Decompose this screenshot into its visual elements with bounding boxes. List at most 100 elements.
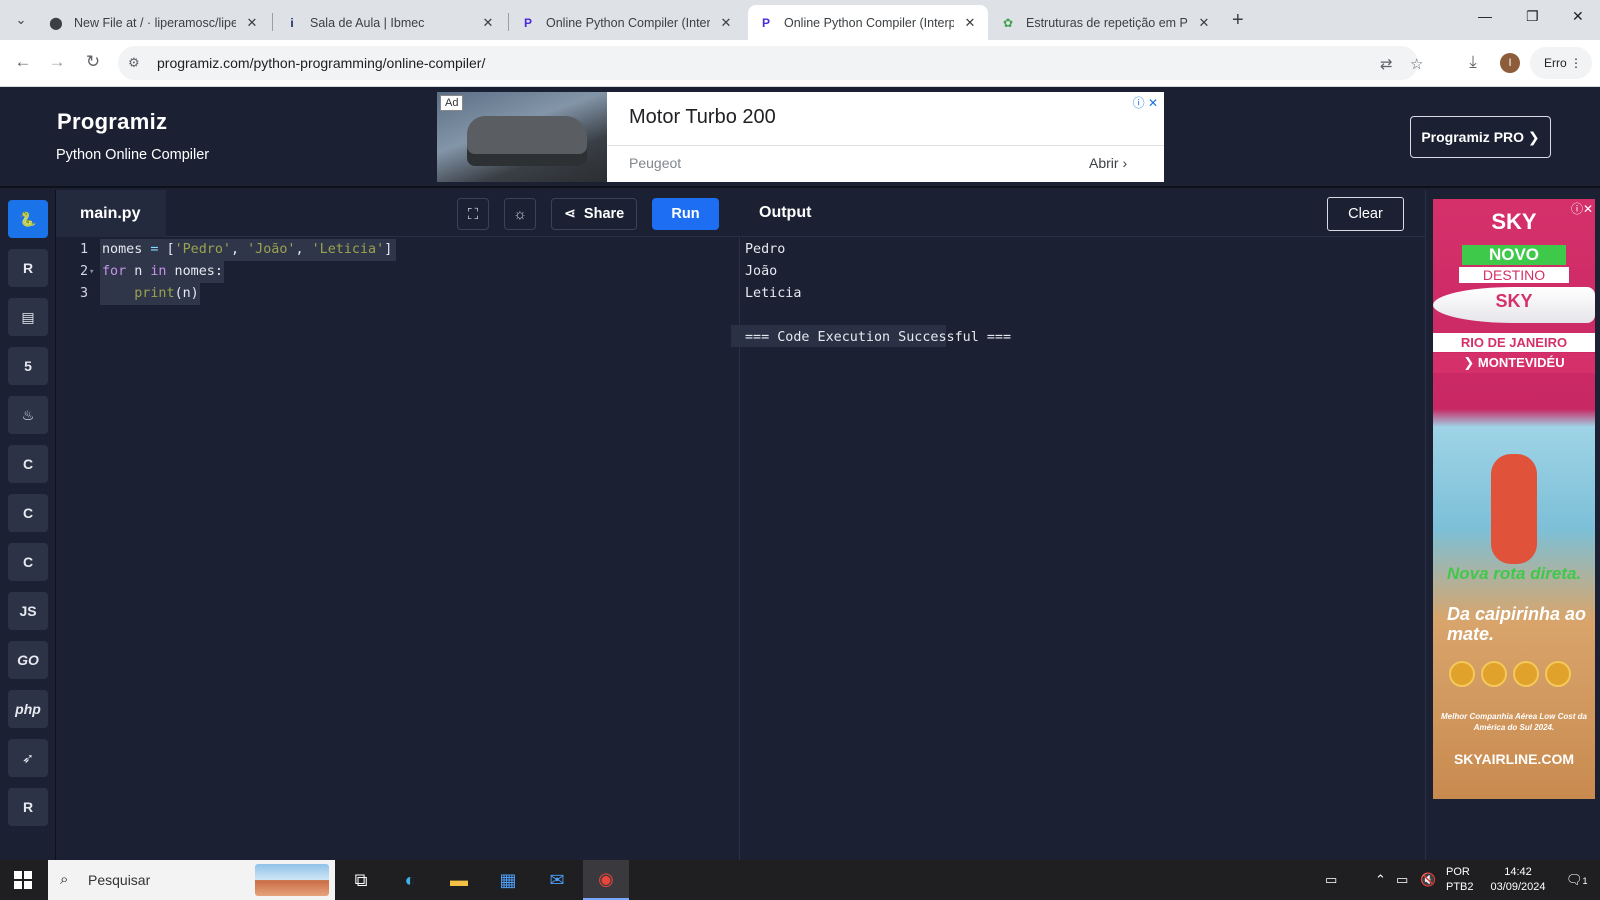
download-icon[interactable]: ⤓	[1462, 52, 1484, 72]
url-text[interactable]: programiz.com/python-programming/online-…	[157, 55, 485, 71]
browser-tab-ibmec[interactable]: i Sala de Aula | Ibmec ✕	[274, 5, 506, 40]
line-number: 1	[79, 242, 88, 257]
code-line[interactable]: 1 nomes = ['Pedro', 'João', 'Leticia']	[56, 239, 740, 261]
ad-open-link[interactable]: Abrir ›	[1089, 155, 1127, 171]
lang-html[interactable]: 5	[8, 347, 48, 385]
close-icon[interactable]: ✕	[1196, 15, 1212, 31]
share-label: Share	[583, 206, 625, 222]
close-icon[interactable]: ✕	[718, 15, 734, 31]
back-icon[interactable]: ←	[12, 52, 34, 72]
lang-php[interactable]: php	[8, 690, 48, 728]
search-icon: ⌕	[60, 871, 69, 888]
ad-tag: Ad	[440, 95, 464, 111]
ad-close-icon[interactable]: ⓘ ✕	[1133, 94, 1158, 111]
keyboard-icon[interactable]: ▭	[1325, 872, 1337, 888]
run-button[interactable]: Run	[652, 198, 719, 230]
windows-taskbar: ⌕ Pesquisar ⧉ ◐ ▬ ▦ ✉ ◉ ▭ ⌃ ▭ 🔇 POR PTB2…	[0, 860, 1600, 900]
lang-c[interactable]: C	[8, 445, 48, 483]
browser-tab-github[interactable]: ⬤ New File at / · liperamosc/liperamosc …	[38, 5, 270, 40]
programiz-logo[interactable]: Programiz	[57, 109, 167, 135]
plane-logo-text: SKY	[1495, 291, 1533, 311]
programiz-pro-button[interactable]: Programiz PRO ❯	[1410, 116, 1551, 158]
taskbar-search[interactable]: ⌕ Pesquisar	[48, 860, 335, 900]
mail-icon[interactable]: ✉	[534, 860, 580, 900]
tab-title: Estruturas de repetição em Python	[1026, 15, 1188, 30]
output-header: Output Clear	[741, 190, 1425, 237]
top-ad-banner[interactable]: Ad Motor Turbo 200 Peugeot Abrir › ⓘ ✕	[437, 92, 1164, 182]
browser-tab-estruturas[interactable]: ✿ Estruturas de repetição em Python ✕	[990, 5, 1222, 40]
omnibox[interactable]: ⚙ programiz.com/python-programming/onlin…	[118, 46, 1423, 80]
profile-error-button[interactable]: Erro ⋮	[1530, 47, 1592, 79]
code-line[interactable]: 3 print(n)	[56, 283, 740, 305]
site-settings-icon[interactable]: ⚙	[128, 55, 140, 71]
window-close-icon[interactable]: ✕	[1572, 8, 1584, 25]
lang-csharp[interactable]: C	[8, 543, 48, 581]
tab-search-icon[interactable]: ⌄	[10, 9, 32, 31]
tab-title: Online Python Compiler (Interpreter)	[546, 15, 710, 30]
lang-sql[interactable]: ▤	[8, 298, 48, 336]
lang-r[interactable]: R	[8, 249, 48, 287]
translate-icon[interactable]: ⇄	[1380, 55, 1393, 73]
lang-cpp[interactable]: C	[8, 494, 48, 532]
code-editor[interactable]: 1 nomes = ['Pedro', 'João', 'Leticia'] 2 ▾ f…	[56, 237, 740, 860]
tab-title: New File at / · liperamosc/liperamosc	[74, 15, 236, 30]
address-bar: ← → ↻ ⚙ programiz.com/python-programming…	[0, 40, 1600, 87]
line-number: 2	[79, 264, 88, 279]
ad-url: SKYAIRLINE.COM	[1453, 751, 1575, 767]
ad-title: Motor Turbo 200	[629, 106, 776, 128]
input-language[interactable]: POR PTB2	[1446, 865, 1474, 895]
ad-route-montevideu: ❯ MONTEVIDÉU	[1433, 353, 1595, 373]
fullscreen-icon[interactable]: ⛶	[457, 198, 489, 230]
windows-start-icon[interactable]	[14, 871, 32, 889]
green-site-icon: ✿	[1002, 15, 1014, 30]
input-language-code: POR	[1446, 866, 1470, 878]
clear-button[interactable]: Clear	[1327, 197, 1404, 231]
new-tab-button[interactable]: +	[1232, 9, 1244, 32]
browser-tab-programiz-active[interactable]: P Online Python Compiler (Interpreter) ✕	[748, 5, 988, 40]
lang-python[interactable]: 🐍	[8, 200, 48, 238]
output-line: === Code Execution Successful ===	[745, 330, 1012, 345]
code-line[interactable]: 2 ▾ for n in nomes:	[56, 261, 740, 283]
microsoft-store-icon[interactable]: ▦	[485, 860, 531, 900]
sky-logo: SKY	[1491, 209, 1537, 234]
clock-time: 14:42	[1504, 866, 1532, 878]
restore-icon[interactable]: ❐	[1526, 8, 1539, 25]
fold-chevron-icon[interactable]: ▾	[89, 261, 94, 283]
notifications-icon[interactable]: 🗨1	[1566, 872, 1588, 888]
chrome-icon[interactable]: ◉	[583, 860, 629, 900]
theme-toggle-icon[interactable]: ☼	[504, 198, 536, 230]
github-icon: ⬤	[49, 15, 63, 30]
ad-destino-text: DESTINO	[1459, 267, 1569, 283]
file-explorer-icon[interactable]: ▬	[436, 860, 482, 900]
clock-date: 03/09/2024	[1490, 881, 1546, 893]
forward-icon[interactable]: →	[46, 52, 68, 72]
output-console[interactable]: Pedro João Leticia === Code Execution Succe…	[731, 237, 1425, 860]
task-view-icon[interactable]: ⧉	[338, 860, 384, 900]
cyclist-image	[1491, 454, 1537, 564]
edge-icon[interactable]: ◐	[387, 860, 433, 900]
lang-javascript[interactable]: JS	[8, 592, 48, 630]
close-icon[interactable]: ✕	[480, 15, 496, 31]
minimize-icon[interactable]: —	[1478, 8, 1492, 24]
bookmark-star-icon[interactable]: ☆	[1410, 55, 1423, 73]
sky-airline-ad[interactable]: ⓘ✕ SKY NOVO DESTINO SKY RIO DE JANEIRO ❯…	[1433, 199, 1595, 799]
lang-go[interactable]: GO	[8, 641, 48, 679]
lang-rust[interactable]: R	[8, 788, 48, 826]
award-medal-icon	[1513, 661, 1539, 687]
ad-white-text: Da caipirinha ao mate.	[1447, 604, 1587, 644]
lang-java[interactable]: ♨	[8, 396, 48, 434]
share-button[interactable]: ⋖ Share	[551, 198, 637, 230]
network-icon[interactable]: ▭	[1396, 872, 1408, 888]
volume-muted-icon[interactable]: 🔇	[1420, 872, 1436, 888]
file-tab-main[interactable]: main.py	[56, 190, 166, 237]
close-icon[interactable]: ✕	[244, 15, 260, 31]
lang-swift[interactable]: ➶	[8, 739, 48, 777]
reload-icon[interactable]: ↻	[82, 52, 104, 72]
taskbar-search-placeholder: Pesquisar	[88, 872, 151, 888]
browser-tab-programiz-1[interactable]: P Online Python Compiler (Interpreter) ✕	[510, 5, 744, 40]
tray-chevron-icon[interactable]: ⌃	[1375, 872, 1386, 888]
award-medal-icon	[1449, 661, 1475, 687]
taskbar-clock[interactable]: 14:42 03/09/2024	[1482, 865, 1554, 895]
profile-avatar[interactable]: I	[1500, 53, 1520, 73]
close-icon[interactable]: ✕	[962, 15, 978, 31]
